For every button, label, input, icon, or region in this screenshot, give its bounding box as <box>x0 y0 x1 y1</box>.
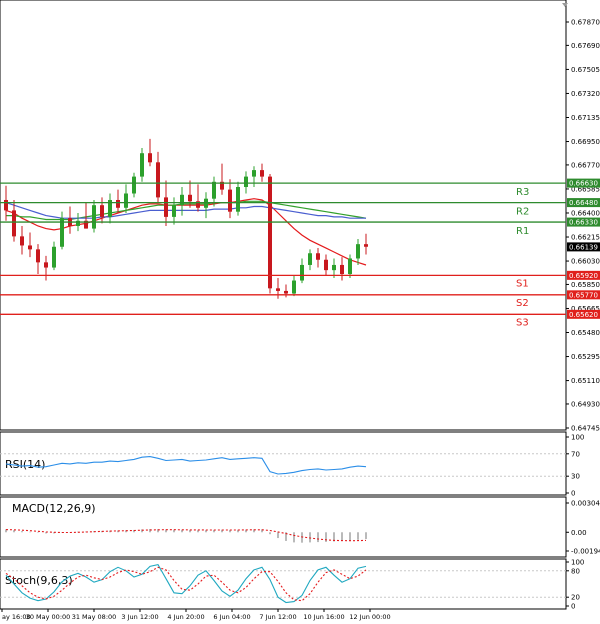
candle-body <box>228 189 232 212</box>
candle-body <box>348 258 352 275</box>
stochastic-axis: 10080 200 <box>566 559 584 611</box>
candle-body <box>52 246 56 268</box>
rsi-tick-label: 100 <box>571 434 584 442</box>
macd-tick-label: -0.001945 <box>571 548 600 556</box>
price-tick-label: 0.67690 <box>571 42 600 50</box>
price-tick-label: 0.64930 <box>571 400 600 408</box>
stochastic-tick-label: 0 <box>571 603 575 611</box>
time-tick-label: 7 Jun 12:00 <box>259 613 296 621</box>
candle-body <box>236 186 240 212</box>
price-tick-label: 0.67870 <box>571 19 600 27</box>
candle-body <box>356 244 360 259</box>
pivot-level-label: R2 <box>516 207 529 218</box>
candle-body <box>252 170 256 177</box>
pivot-level-label: R1 <box>516 226 529 237</box>
price-tick-label: 0.66770 <box>571 161 600 169</box>
candle-body <box>156 162 160 198</box>
stochastic-tick-label: 80 <box>571 567 580 575</box>
candle-body <box>172 205 176 217</box>
candle-body <box>300 264 304 281</box>
candle-body <box>116 199 120 208</box>
pivot-level-label: R3 <box>516 187 529 198</box>
candle-body <box>20 236 24 246</box>
candle-body <box>316 253 320 260</box>
time-tick-label: 10 Jun 16:00 <box>303 613 344 621</box>
price-tick-label: 0.66215 <box>571 234 600 242</box>
price-panel: R3 R2 R1 S1 S2 S3 0.67870 0.67690 0.67505 0.6732… <box>0 0 600 433</box>
candle-body <box>332 264 336 271</box>
rsi-panel: RSI(14) 10070300 <box>0 431 584 498</box>
candle-body <box>260 170 264 177</box>
stochastic-panel: Stoch(9,6,3) 10080200 <box>0 558 584 611</box>
candle-body <box>180 194 184 206</box>
rsi-tick-label: 0 <box>571 490 575 498</box>
macd-tick-label: 0.00304 <box>571 500 600 508</box>
macd-title: MACD(12,26,9) <box>12 502 96 515</box>
candle-body <box>292 280 296 294</box>
candle-body <box>36 249 40 263</box>
price-tick-label: 0.67320 <box>571 90 600 98</box>
pivot-level-price-tag-text: 0.65920 <box>569 272 598 280</box>
time-tick-label: 12 Jun 00:00 <box>349 613 390 621</box>
price-tick-label: 0.66030 <box>571 258 600 266</box>
price-tick-label: 0.66950 <box>571 138 600 146</box>
stochastic-panel-frame <box>0 558 567 610</box>
macd-tick-label: 0.00 <box>571 529 587 537</box>
time-tick-label: 31 May 08:00 <box>72 613 117 621</box>
candle-body <box>188 194 192 202</box>
price-tick-label: 0.65295 <box>571 353 600 361</box>
macd-panel: MACD(12,26,9) 0.00304 0.00 -0.001945 <box>0 496 600 558</box>
price-tick-label: 0.67505 <box>571 66 600 74</box>
candle-body <box>364 244 368 247</box>
time-tick-label: 30 May 00:00 <box>26 613 71 621</box>
candle-body <box>148 153 152 163</box>
time-tick-label: 4 Jun 20:00 <box>167 613 204 621</box>
rsi-tick-label: 70 <box>571 450 580 458</box>
candle-body <box>12 210 16 237</box>
candle-body <box>324 259 328 271</box>
price-tick-label: 0.65480 <box>571 329 600 337</box>
candle-body <box>140 153 144 177</box>
rsi-axis: 100 70 30 0 <box>566 434 584 498</box>
price-tick-label: 0.65850 <box>571 281 600 289</box>
pivot-level-price-tag-text: 0.66330 <box>569 219 598 227</box>
macd-axis: 0.00304 0.00 -0.001945 <box>566 500 600 556</box>
candle-body <box>308 253 312 265</box>
stochastic-tick-label: 100 <box>571 559 584 567</box>
time-axis: ay 16:0030 May 00:00 31 May 08:00 3 Jun 12… <box>1 609 391 621</box>
price-axis: 0.67870 0.67690 0.67505 0.67320 0.67135 0.669… <box>566 19 600 433</box>
price-tick-label: 0.67135 <box>571 114 600 122</box>
pivot-level-price-tag-text: 0.65770 <box>569 291 598 299</box>
time-tick-label: 3 Jun 12:00 <box>121 613 158 621</box>
candle-body <box>244 176 248 187</box>
candle-body <box>100 205 104 217</box>
rsi-tick-label: 30 <box>571 473 580 481</box>
pivot-level-label: S1 <box>516 278 529 289</box>
candle-body <box>268 176 272 289</box>
pivot-level-price-tag-text: 0.66480 <box>569 199 598 207</box>
stochastic-tick-label: 20 <box>571 594 580 602</box>
forex-chart: R3 R2 R1 S1 S2 S3 0.67870 0.67690 0.67505 0.6732… <box>0 0 600 621</box>
price-panel-frame <box>0 0 567 431</box>
candle-body <box>284 290 288 294</box>
candle-body <box>28 245 32 250</box>
price-tick-label: 0.66400 <box>571 209 600 217</box>
candle-body <box>124 193 128 208</box>
candle-body <box>92 205 96 229</box>
pivot-level-price-tag-text: 0.65620 <box>569 311 598 319</box>
candle-body <box>44 262 48 268</box>
candle-body <box>132 176 136 194</box>
pivot-level-label: S3 <box>516 317 529 328</box>
candle-body <box>212 181 216 199</box>
candle-body <box>4 199 8 211</box>
time-tick-label: 6 Jun 04:00 <box>213 613 250 621</box>
price-tick-label: 0.65110 <box>571 377 600 385</box>
candle-body <box>340 264 344 275</box>
candle-body <box>276 288 280 291</box>
pivot-level-label: S2 <box>516 298 529 309</box>
price-tick-label: 0.64745 <box>571 425 600 433</box>
candle-body <box>164 197 168 217</box>
current-price-tag-text: 0.66139 <box>569 243 598 251</box>
pivot-level-price-tag-text: 0.66630 <box>569 180 598 188</box>
